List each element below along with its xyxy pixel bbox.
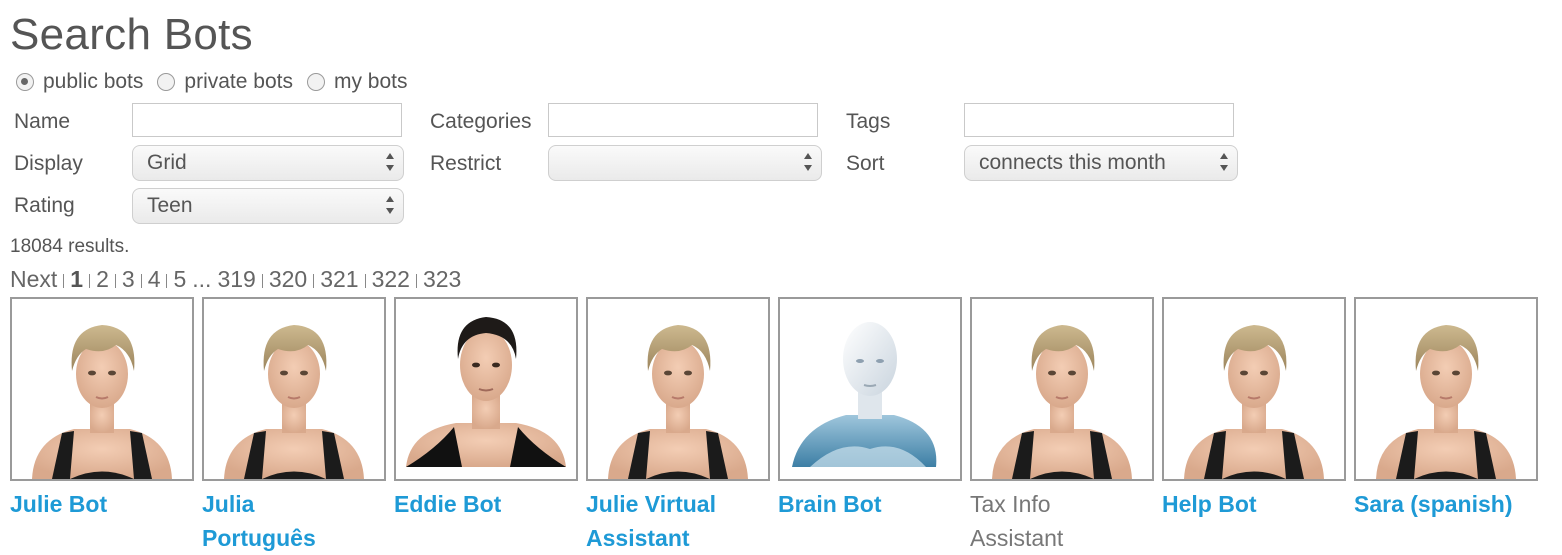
bot-thumbnail[interactable] (1162, 297, 1346, 481)
blonde-woman-avatar-icon (1164, 299, 1344, 479)
page-link[interactable]: 5 (173, 266, 186, 293)
sort-label: Sort (846, 152, 885, 175)
pager-divider (364, 273, 366, 288)
radio-unchecked-icon[interactable] (306, 73, 325, 91)
bot-card[interactable]: Eddie Bot (394, 297, 578, 521)
bot-thumbnail[interactable] (586, 297, 770, 481)
private-bots-label: private bots (184, 70, 293, 93)
page-link[interactable]: 320 (269, 266, 307, 293)
blonde-woman-avatar-icon (588, 299, 768, 479)
bot-card[interactable]: Help Bot (1162, 297, 1346, 521)
page-link[interactable]: 2 (96, 266, 109, 293)
pager-divider (89, 273, 91, 288)
pager-divider (415, 273, 417, 288)
select-arrows-icon (804, 153, 812, 171)
bot-thumbnail[interactable] (394, 297, 578, 481)
categories-input[interactable] (548, 103, 818, 137)
dark-haired-man-avatar-icon (396, 299, 576, 479)
bot-card[interactable]: Tax Info Assistant (970, 297, 1154, 555)
select-arrows-icon (386, 153, 394, 171)
bot-name-link[interactable]: Eddie Bot (394, 487, 578, 521)
bot-card[interactable]: Julie Virtual Assistant (586, 297, 770, 555)
bot-thumbnail[interactable] (778, 297, 962, 481)
sort-select-value: connects this month (979, 151, 1166, 174)
bot-card[interactable]: Brain Bot (778, 297, 962, 521)
bot-name-link[interactable]: Brain Bot (778, 487, 962, 521)
page-link[interactable]: 323 (423, 266, 461, 293)
display-select[interactable]: Grid (132, 145, 404, 181)
rating-select[interactable]: Teen (132, 188, 404, 224)
bot-thumbnail[interactable] (202, 297, 386, 481)
public-bots-radio[interactable]: public bots (16, 70, 143, 94)
bot-name-link[interactable]: Help Bot (1162, 487, 1346, 521)
rating-select-value: Teen (147, 194, 193, 217)
blonde-woman-avatar-icon (1356, 299, 1536, 479)
name-input[interactable] (132, 103, 402, 137)
pager-divider (166, 273, 168, 288)
radio-checked-icon[interactable] (16, 73, 34, 91)
restrict-select[interactable] (548, 145, 822, 181)
categories-label: Categories (430, 110, 532, 133)
pager-divider (63, 273, 65, 288)
blonde-woman-avatar-icon (12, 299, 192, 479)
page-link[interactable]: 319 (217, 266, 255, 293)
bot-card[interactable]: Sara (spanish) (1354, 297, 1538, 521)
tags-label: Tags (846, 110, 891, 133)
radio-unchecked-icon[interactable] (157, 73, 176, 91)
select-arrows-icon (386, 196, 394, 214)
private-bots-radio[interactable]: private bots (157, 70, 293, 94)
pagination: Next 1 2 3 4 5 ... 319 320 321 322 323 (10, 266, 461, 293)
select-arrows-icon (1220, 153, 1228, 171)
bot-name-link[interactable]: Sara (spanish) (1354, 487, 1538, 521)
pager-divider (140, 273, 142, 288)
bot-thumbnail[interactable] (10, 297, 194, 481)
blonde-woman-avatar-icon (204, 299, 384, 479)
page-link[interactable]: 3 (122, 266, 135, 293)
restrict-label: Restrict (430, 152, 502, 175)
bot-name-text[interactable]: Tax Info Assistant (970, 487, 1090, 555)
public-bots-label: public bots (43, 70, 144, 93)
pager-divider (261, 273, 263, 288)
results-count: 18084 results. (10, 236, 130, 257)
page-link[interactable]: 322 (372, 266, 410, 293)
my-bots-radio[interactable]: my bots (306, 70, 408, 94)
page-link[interactable]: 4 (148, 266, 161, 293)
blonde-woman-avatar-icon (972, 299, 1152, 479)
scope-radio-group: public bots private bots my bots (16, 70, 422, 94)
bot-card[interactable]: Julie Bot (10, 297, 194, 521)
next-page-link[interactable]: Next (10, 266, 57, 293)
pager-divider (114, 273, 116, 288)
sort-select[interactable]: connects this month (964, 145, 1238, 181)
display-label: Display (14, 152, 83, 175)
name-label: Name (14, 110, 71, 133)
page-title: Search Bots (10, 10, 253, 59)
bot-thumbnail[interactable] (970, 297, 1154, 481)
bot-card[interactable]: Julia Português (202, 297, 386, 555)
my-bots-label: my bots (333, 70, 408, 93)
bot-name-link[interactable]: Julie Virtual Assistant (586, 487, 746, 555)
bot-thumbnail[interactable] (1354, 297, 1538, 481)
tags-input[interactable] (964, 103, 1234, 137)
page-link[interactable]: 321 (320, 266, 358, 293)
pager-divider (313, 273, 315, 288)
bot-name-link[interactable]: Julie Bot (10, 487, 194, 521)
page-link-current[interactable]: 1 (70, 266, 83, 293)
rating-label: Rating (14, 194, 75, 217)
pager-ellipsis: ... (192, 266, 212, 292)
white-robot-avatar-icon (780, 299, 960, 479)
bot-name-link[interactable]: Julia Português (202, 487, 352, 555)
display-select-value: Grid (147, 151, 187, 174)
